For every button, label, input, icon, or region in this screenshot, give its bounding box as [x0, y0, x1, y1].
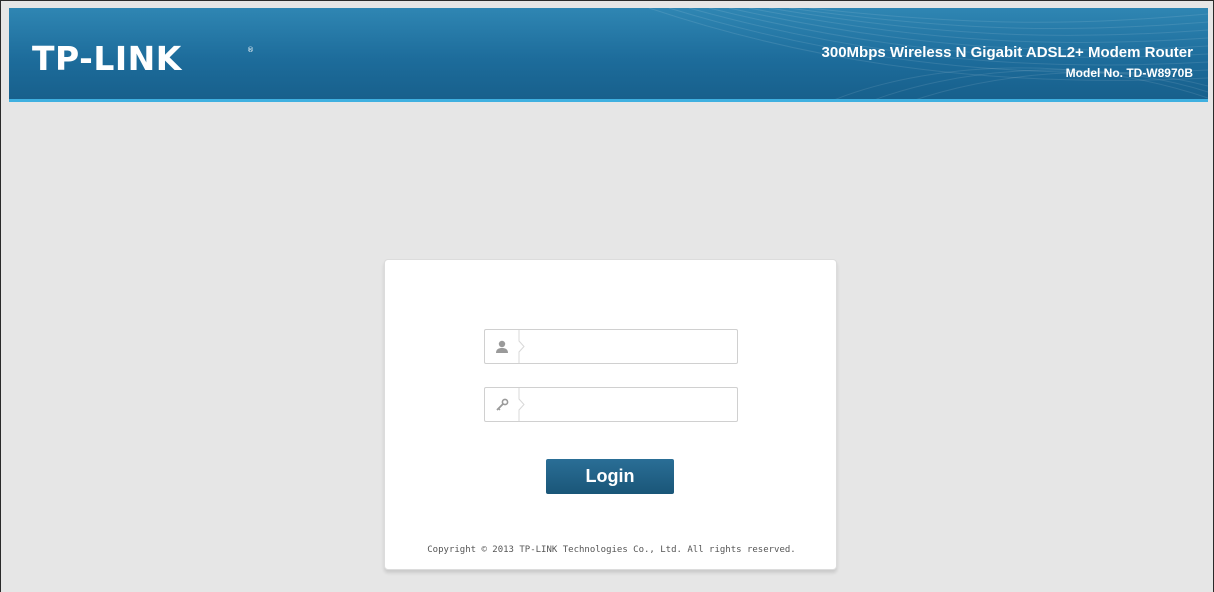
- field-separator: [518, 330, 525, 363]
- user-icon: [485, 330, 519, 363]
- username-field[interactable]: [484, 329, 738, 364]
- key-icon: [485, 388, 519, 421]
- browser-page: TP-LINK ® 300Mbps Wireless N Gigabit ADS…: [0, 0, 1214, 592]
- login-button[interactable]: Login: [546, 459, 674, 494]
- login-card: Login Copyright © 2013 TP-LINK Technolog…: [384, 259, 837, 570]
- header-accent-line: [9, 99, 1208, 102]
- registered-mark: ®: [247, 46, 254, 54]
- field-separator: [518, 388, 525, 421]
- username-input[interactable]: [527, 332, 731, 360]
- tp-link-logo: TP-LINK: [32, 39, 182, 78]
- model-number: Model No. TD-W8970B: [1065, 66, 1193, 80]
- copyright-text: Copyright © 2013 TP-LINK Technologies Co…: [427, 545, 796, 555]
- product-name: 300Mbps Wireless N Gigabit ADSL2+ Modem …: [821, 44, 1193, 61]
- password-input[interactable]: [527, 390, 731, 418]
- header-banner: TP-LINK ® 300Mbps Wireless N Gigabit ADS…: [9, 8, 1208, 102]
- password-field[interactable]: [484, 387, 738, 422]
